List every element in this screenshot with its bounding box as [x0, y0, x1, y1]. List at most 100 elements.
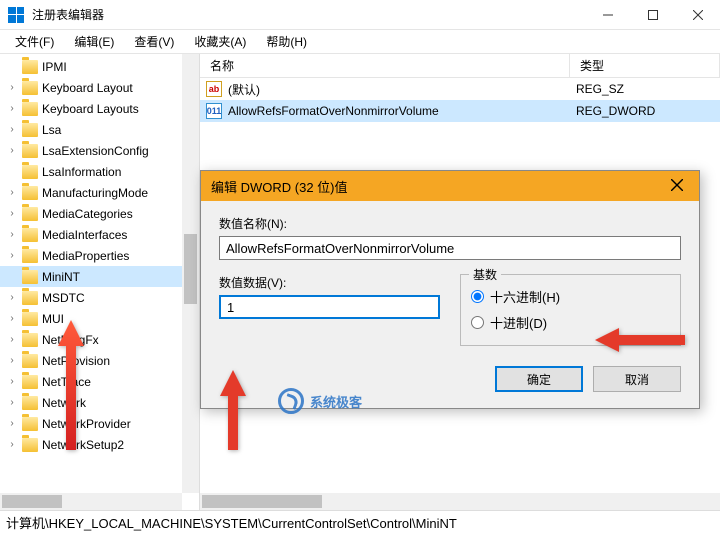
- menu-file[interactable]: 文件(F): [5, 31, 64, 52]
- tree-item[interactable]: › NetProvision: [0, 350, 199, 371]
- tree-label: Lsa: [42, 123, 61, 137]
- tree-label: MediaProperties: [42, 249, 129, 263]
- tree-item[interactable]: ›MUI: [0, 308, 199, 329]
- radio-hex-input[interactable]: [471, 290, 484, 303]
- folder-icon: [22, 312, 38, 326]
- window-titlebar: 注册表编辑器: [0, 0, 720, 30]
- base-legend: 基数: [469, 266, 501, 283]
- folder-icon: [22, 249, 38, 263]
- regedit-icon: [8, 7, 24, 23]
- folder-icon: [22, 291, 38, 305]
- radio-dec[interactable]: 十进制(D): [471, 309, 670, 335]
- tree-item[interactable]: › Keyboard Layout: [0, 77, 199, 98]
- expand-icon[interactable]: ›: [6, 103, 18, 114]
- minimize-button[interactable]: [585, 0, 630, 30]
- base-fieldset: 基数 十六进制(H) 十进制(D): [460, 274, 681, 346]
- column-header-name[interactable]: 名称: [200, 54, 570, 77]
- expand-icon[interactable]: ›: [6, 376, 18, 387]
- tree-item[interactable]: IPMI: [0, 56, 199, 77]
- folder-icon: [22, 375, 38, 389]
- expand-icon[interactable]: ›: [6, 145, 18, 156]
- expand-icon[interactable]: ›: [6, 397, 18, 408]
- tree-item[interactable]: › MediaProperties: [0, 245, 199, 266]
- list-row[interactable]: ab (默认)REG_SZ: [200, 78, 720, 100]
- value-type-icon: ab: [206, 81, 222, 97]
- tree-label: Network: [42, 396, 86, 410]
- expand-icon[interactable]: ›: [6, 355, 18, 366]
- tree-label: LsaExtensionConfig: [42, 144, 149, 158]
- expand-icon[interactable]: ›: [6, 124, 18, 135]
- list-row[interactable]: 011AllowRefsFormatOverNonmirrorVolumeREG…: [200, 100, 720, 122]
- tree-item[interactable]: MiniNT: [0, 266, 199, 287]
- tree-vertical-scrollbar[interactable]: [182, 54, 199, 493]
- folder-icon: [22, 438, 38, 452]
- value-name: AllowRefsFormatOverNonmirrorVolume: [228, 104, 576, 118]
- expand-icon[interactable]: ›: [6, 82, 18, 93]
- folder-icon: [22, 228, 38, 242]
- tree-label: Keyboard Layouts: [42, 102, 139, 116]
- folder-icon: [22, 81, 38, 95]
- radio-hex[interactable]: 十六进制(H): [471, 283, 670, 309]
- tree-label: Keyboard Layout: [42, 81, 133, 95]
- folder-icon: [22, 144, 38, 158]
- close-button[interactable]: [675, 0, 720, 30]
- cancel-button[interactable]: 取消: [593, 366, 681, 392]
- radio-dec-input[interactable]: [471, 316, 484, 329]
- expand-icon[interactable]: ›: [6, 229, 18, 240]
- tree-item[interactable]: › Network: [0, 392, 199, 413]
- tree-label: NetDiagFx: [42, 333, 99, 347]
- expand-icon[interactable]: ›: [6, 313, 18, 324]
- menu-edit[interactable]: 编辑(E): [64, 31, 124, 52]
- tree-label: ManufacturingMode: [42, 186, 148, 200]
- expand-icon[interactable]: ›: [6, 334, 18, 345]
- ok-button[interactable]: 确定: [495, 366, 583, 392]
- tree-item[interactable]: › Lsa: [0, 119, 199, 140]
- tree-item[interactable]: ›NetworkSetup2: [0, 434, 199, 455]
- value-type: REG_SZ: [576, 82, 624, 96]
- folder-icon: [22, 333, 38, 347]
- dialog-close-icon[interactable]: [665, 179, 689, 194]
- tree-item[interactable]: › NetDiagFx: [0, 329, 199, 350]
- value-data-input[interactable]: [219, 295, 440, 319]
- column-header-type[interactable]: 类型: [570, 54, 720, 77]
- menu-help[interactable]: 帮助(H): [256, 31, 317, 52]
- value-name: (默认): [228, 81, 576, 98]
- statusbar-path: 计算机\HKEY_LOCAL_MACHINE\SYSTEM\CurrentCon…: [0, 510, 720, 534]
- expand-icon[interactable]: ›: [6, 292, 18, 303]
- tree-label: NetTrace: [42, 375, 91, 389]
- menu-view[interactable]: 查看(V): [124, 31, 184, 52]
- expand-icon[interactable]: ›: [6, 187, 18, 198]
- value-name-label: 数值名称(N):: [219, 215, 681, 232]
- tree-item[interactable]: › MediaCategories: [0, 203, 199, 224]
- value-name-input[interactable]: [219, 236, 681, 260]
- folder-icon: [22, 102, 38, 116]
- tree-item[interactable]: › Keyboard Layouts: [0, 98, 199, 119]
- folder-icon: [22, 396, 38, 410]
- menu-favorites[interactable]: 收藏夹(A): [184, 31, 256, 52]
- expand-icon[interactable]: ›: [6, 439, 18, 450]
- window-title: 注册表编辑器: [32, 6, 585, 23]
- tree-item[interactable]: › LsaExtensionConfig: [0, 140, 199, 161]
- tree-item[interactable]: › ManufacturingMode: [0, 182, 199, 203]
- tree-label: LsaInformation: [42, 165, 121, 179]
- tree-horizontal-scrollbar[interactable]: [0, 493, 182, 510]
- tree-item[interactable]: › NetTrace: [0, 371, 199, 392]
- list-horizontal-scrollbar[interactable]: [200, 493, 720, 510]
- tree-item[interactable]: ›NetworkProvider: [0, 413, 199, 434]
- folder-icon: [22, 270, 38, 284]
- expand-icon[interactable]: ›: [6, 418, 18, 429]
- tree-label: MediaCategories: [42, 207, 133, 221]
- folder-icon: [22, 417, 38, 431]
- value-data-label: 数值数据(V):: [219, 274, 440, 291]
- edit-dword-dialog: 编辑 DWORD (32 位)值 数值名称(N): 数值数据(V): 基数 十六…: [200, 170, 700, 409]
- maximize-button[interactable]: [630, 0, 675, 30]
- tree-label: NetProvision: [42, 354, 110, 368]
- tree-item[interactable]: ›MediaInterfaces: [0, 224, 199, 245]
- folder-icon: [22, 354, 38, 368]
- tree-panel: IPMI › Keyboard Layout › Keyboard Layouts › Ls…: [0, 54, 200, 510]
- expand-icon[interactable]: ›: [6, 208, 18, 219]
- tree-item[interactable]: ›MSDTC: [0, 287, 199, 308]
- folder-icon: [22, 123, 38, 137]
- tree-item[interactable]: LsaInformation: [0, 161, 199, 182]
- expand-icon[interactable]: ›: [6, 250, 18, 261]
